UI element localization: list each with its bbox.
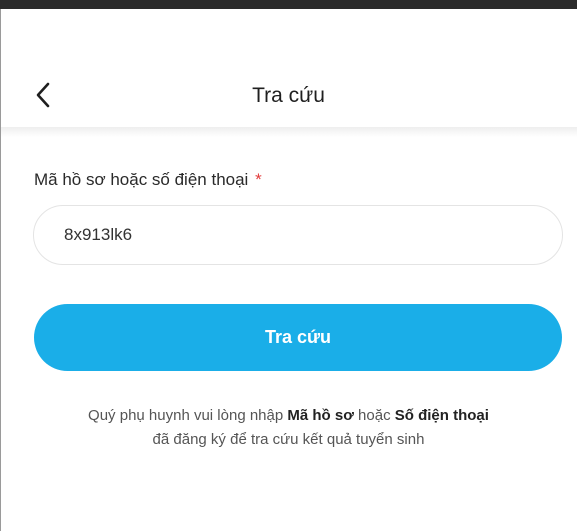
screen: Tra cứu Mã hồ sơ hoặc số điện thoại * Tr… bbox=[0, 0, 577, 531]
help-text: Quý phụ huynh vui lòng nhập Mã hồ sơ hoặ… bbox=[20, 404, 557, 452]
page-title: Tra cứu bbox=[252, 84, 325, 107]
lookup-field-label: Mã hồ sơ hoặc số điện thoại * bbox=[34, 168, 262, 192]
help-line-2: đã đăng ký để tra cứu kết quả tuyển sinh bbox=[152, 431, 425, 448]
help-line-1: Quý phụ huynh vui lòng nhập Mã hồ sơ hoặ… bbox=[20, 404, 557, 428]
lookup-submit-button[interactable]: Tra cứu bbox=[34, 304, 562, 371]
lookup-field-label-text: Mã hồ sơ hoặc số điện thoại bbox=[34, 170, 249, 189]
header-shadow bbox=[1, 127, 577, 137]
app-header bbox=[1, 9, 577, 131]
help-text-part1: Quý phụ huynh vui lòng nhập bbox=[88, 407, 288, 424]
help-text-bold-phone: Số điện thoại bbox=[394, 407, 489, 424]
lookup-input[interactable] bbox=[62, 224, 534, 246]
lookup-input-container[interactable] bbox=[33, 205, 563, 265]
window-top-bar bbox=[0, 0, 577, 9]
required-mark: * bbox=[255, 170, 262, 189]
help-text-bold-record-code: Mã hồ sơ bbox=[287, 407, 354, 424]
help-text-part2: hoặc bbox=[353, 407, 395, 424]
